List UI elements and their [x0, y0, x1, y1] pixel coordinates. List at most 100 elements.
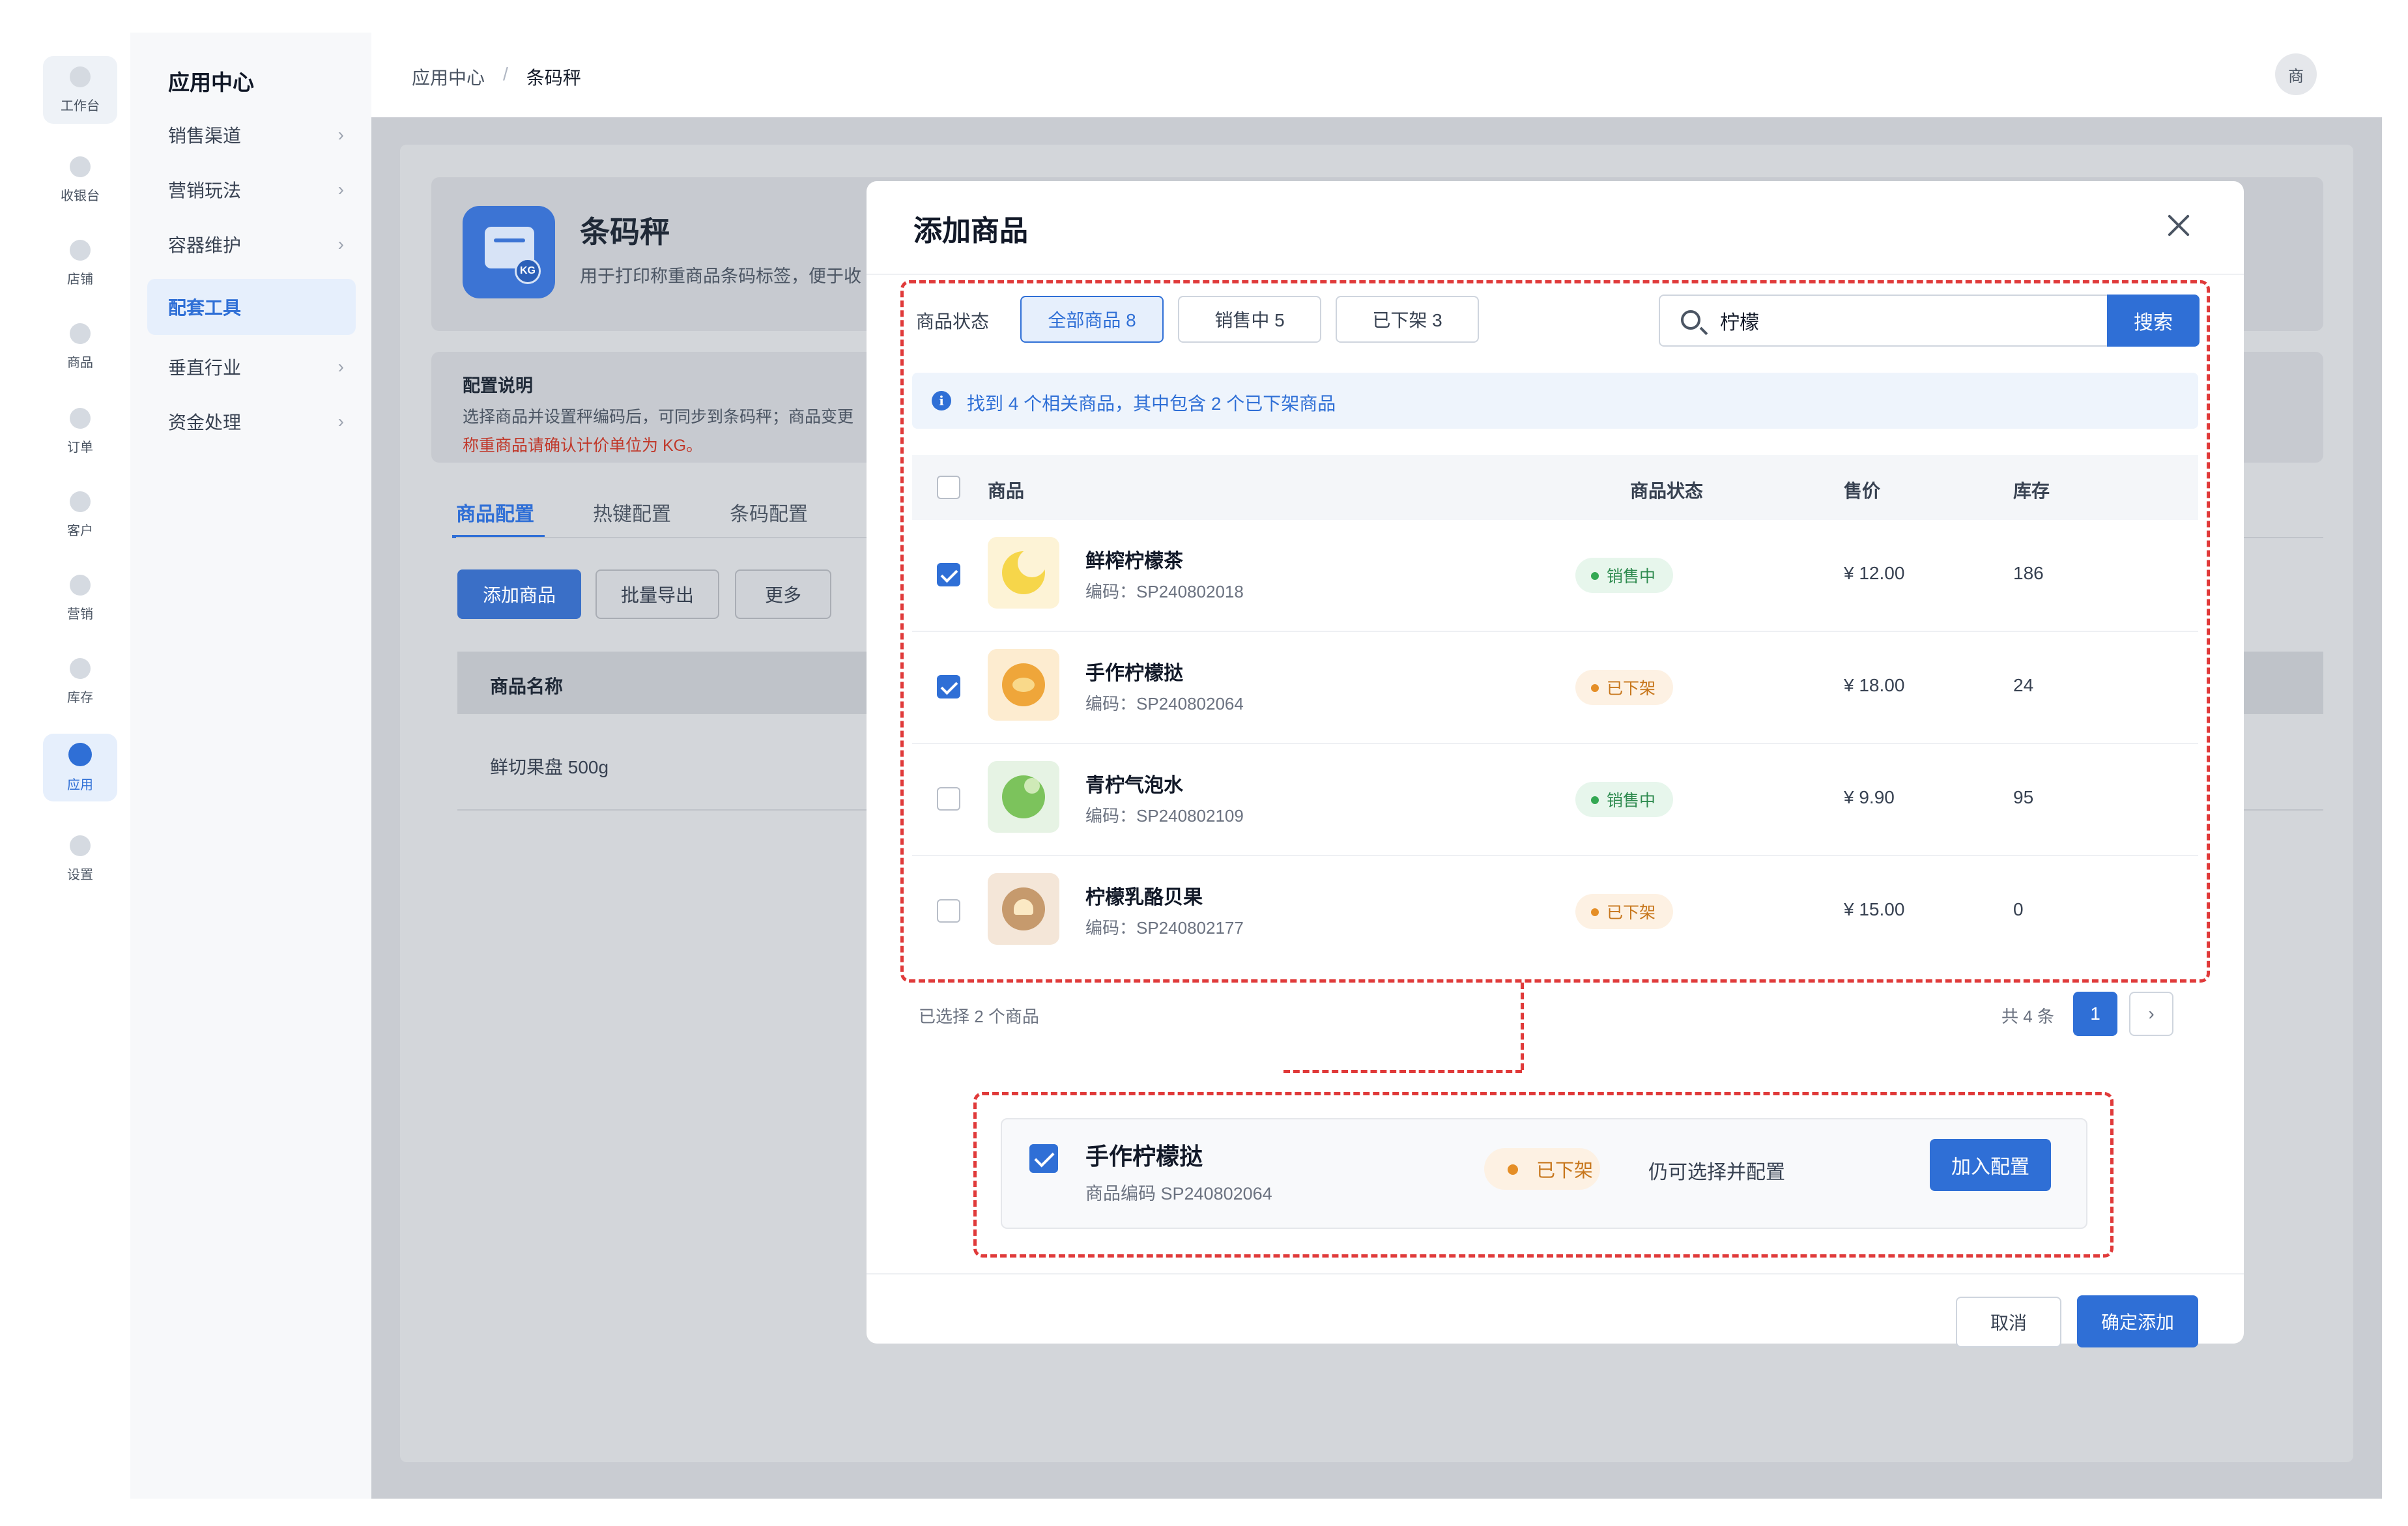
- table-row[interactable]: 柠檬乳酪贝果 编码：SP240802177 已下架 ¥ 15.00 0: [912, 856, 2198, 968]
- close-icon[interactable]: [2160, 207, 2197, 244]
- filter-all[interactable]: 全部商品 8: [1020, 296, 1164, 343]
- table-row[interactable]: 鲜榨柠檬茶 编码：SP240802018 销售中 ¥ 12.00 186: [912, 520, 2198, 632]
- page-1-button[interactable]: 1: [2073, 992, 2117, 1036]
- rail-label: 客户: [67, 523, 93, 538]
- modal-table-header: 商品 商品状态 售价 库存: [912, 455, 2198, 520]
- search-button[interactable]: 搜索: [2107, 295, 2200, 347]
- detail-checkbox[interactable]: [1029, 1144, 1058, 1173]
- rail-item-settings[interactable]: 设置: [43, 825, 117, 893]
- app-description: 用于打印称重商品条码标签，便于收: [580, 266, 861, 286]
- breadcrumb: 应用中心 / 条码秤: [412, 64, 581, 90]
- rail-label: 订单: [67, 440, 93, 455]
- info-icon: i: [932, 391, 951, 410]
- product-stock: 95: [2013, 787, 2034, 807]
- menu-item-label: 配套工具: [168, 298, 242, 318]
- next-page-button[interactable]: ›: [2129, 992, 2173, 1036]
- menu-item-label: 垂直行业: [168, 358, 242, 378]
- notice-text: 选择商品并设置秤编码后，可同步到条码秤；商品变更: [463, 408, 854, 426]
- rail-item-products[interactable]: 商品: [43, 313, 117, 381]
- detail-product-name: 手作柠檬挞: [1085, 1143, 1203, 1170]
- breadcrumb-current: 条码秤: [526, 68, 581, 88]
- product-price: ¥ 9.90: [1844, 787, 1895, 807]
- row-checkbox[interactable]: [937, 675, 960, 698]
- product-name: 柠檬乳酪贝果: [1085, 887, 1203, 908]
- search-field[interactable]: [1659, 295, 2108, 347]
- breadcrumb-root[interactable]: 应用中心: [412, 64, 485, 90]
- product-code: 编码：SP240802064: [1085, 694, 1244, 713]
- menu-item-tools[interactable]: 配套工具: [147, 279, 356, 335]
- menu-item-vertical[interactable]: 垂直行业 ›: [147, 339, 356, 395]
- column-status: 商品状态: [1630, 481, 1704, 501]
- row-checkbox[interactable]: [937, 899, 960, 923]
- modal-footer-divider: [867, 1273, 2244, 1274]
- product-price: ¥ 18.00: [1844, 675, 1905, 695]
- table-row[interactable]: 青柠气泡水 编码：SP240802109 销售中 ¥ 9.90 95: [912, 744, 2198, 856]
- filter-on-sale[interactable]: 销售中 5: [1178, 296, 1321, 343]
- filter-label: 商品状态: [916, 311, 990, 332]
- rail-label: 库存: [67, 690, 93, 705]
- column-product-name: 商品名称: [490, 676, 564, 697]
- rail-item-apps[interactable]: 应用: [43, 734, 117, 801]
- more-button[interactable]: 更多: [735, 569, 831, 619]
- rail-item-orders[interactable]: 订单: [43, 397, 117, 465]
- notice-warning: 称重商品请确认计价单位为 KG。: [463, 437, 703, 455]
- selected-count: 已选择 2 个商品: [919, 1007, 1039, 1026]
- menu-item-label: 营销玩法: [168, 180, 242, 201]
- settings-icon: [70, 835, 91, 856]
- product-stock: 0: [2013, 899, 2024, 919]
- top-bar: 应用中心 / 条码秤 商: [371, 33, 2382, 117]
- product-stock: 186: [2013, 563, 2044, 583]
- column-price: 售价: [1844, 481, 1881, 501]
- row-checkbox[interactable]: [937, 563, 960, 586]
- lime-soda-thumbnail: [988, 761, 1059, 833]
- select-all-checkbox[interactable]: [937, 476, 960, 499]
- status-badge: 销售中: [1575, 558, 1673, 593]
- rail-item-inventory[interactable]: 库存: [43, 648, 117, 715]
- tab-barcode-config[interactable]: 条码配置: [730, 498, 808, 526]
- chevron-right-icon: ›: [337, 124, 344, 145]
- tab-product-config[interactable]: 商品配置: [452, 498, 545, 538]
- detail-status-badge: 已下架: [1484, 1148, 1600, 1190]
- rail-item-marketing[interactable]: 营销: [43, 564, 117, 632]
- avatar[interactable]: 商: [2275, 53, 2317, 95]
- info-banner: i 找到 4 个相关商品，其中包含 2 个已下架商品: [912, 373, 2198, 429]
- rail-item-customers[interactable]: 客户: [43, 481, 117, 549]
- status-badge: 已下架: [1575, 894, 1673, 929]
- icon-rail: 工作台 收银台 店铺 商品 订单 客户 营销 库存 应用 设置: [0, 0, 130, 1526]
- status-badge: 已下架: [1575, 670, 1673, 705]
- cashier-icon: [70, 156, 91, 177]
- menu-item-sales-channels[interactable]: 销售渠道 ›: [147, 107, 356, 163]
- tab-hotkey-config[interactable]: 热键配置: [593, 498, 671, 526]
- menu-item-container[interactable]: 容器维护 ›: [147, 216, 356, 272]
- rail-label: 收银台: [61, 188, 100, 203]
- table-row: 鲜切果盘 500g: [490, 757, 609, 777]
- column-stock: 库存: [2013, 481, 2050, 501]
- confirm-add-button[interactable]: 确定添加: [2077, 1295, 2198, 1347]
- row-checkbox[interactable]: [937, 787, 960, 811]
- breadcrumb-separator: /: [503, 64, 508, 84]
- lemon-tea-thumbnail: [988, 537, 1059, 609]
- status-badge: 销售中: [1575, 782, 1673, 817]
- table-row[interactable]: 手作柠檬挞 编码：SP240802064 已下架 ¥ 18.00 24: [912, 632, 2198, 744]
- menu-item-marketing-play[interactable]: 营销玩法 ›: [147, 162, 356, 218]
- rail-item-workbench[interactable]: 工作台: [43, 56, 117, 124]
- apps-icon: [68, 742, 92, 766]
- product-code: 编码：SP240802177: [1085, 918, 1244, 938]
- batch-export-button[interactable]: 批量导出: [595, 569, 719, 619]
- chevron-right-icon: ›: [337, 411, 344, 431]
- search-input[interactable]: [1720, 305, 2085, 336]
- rail-item-cashier[interactable]: 收银台: [43, 146, 117, 214]
- add-to-config-button[interactable]: 加入配置: [1930, 1139, 2051, 1191]
- workbench-icon: [70, 66, 91, 87]
- add-product-button[interactable]: 添加商品: [457, 569, 581, 619]
- lemon-bagel-thumbnail: [988, 873, 1059, 945]
- filter-off-shelf[interactable]: 已下架 3: [1336, 296, 1479, 343]
- rail-label: 店铺: [67, 272, 93, 287]
- rail-item-store[interactable]: 店铺: [43, 229, 117, 297]
- cancel-button[interactable]: 取消: [1956, 1297, 2061, 1347]
- menu-item-funds[interactable]: 资金处理 ›: [147, 394, 356, 450]
- add-product-modal: 添加商品 商品状态 全部商品 8 销售中 5 已下架 3 搜索 i 找到 4 个…: [867, 181, 2244, 1347]
- rail-label: 设置: [67, 867, 93, 882]
- detail-note: 仍可选择并配置: [1648, 1162, 1785, 1183]
- barcode-scale-icon: KG: [463, 206, 555, 298]
